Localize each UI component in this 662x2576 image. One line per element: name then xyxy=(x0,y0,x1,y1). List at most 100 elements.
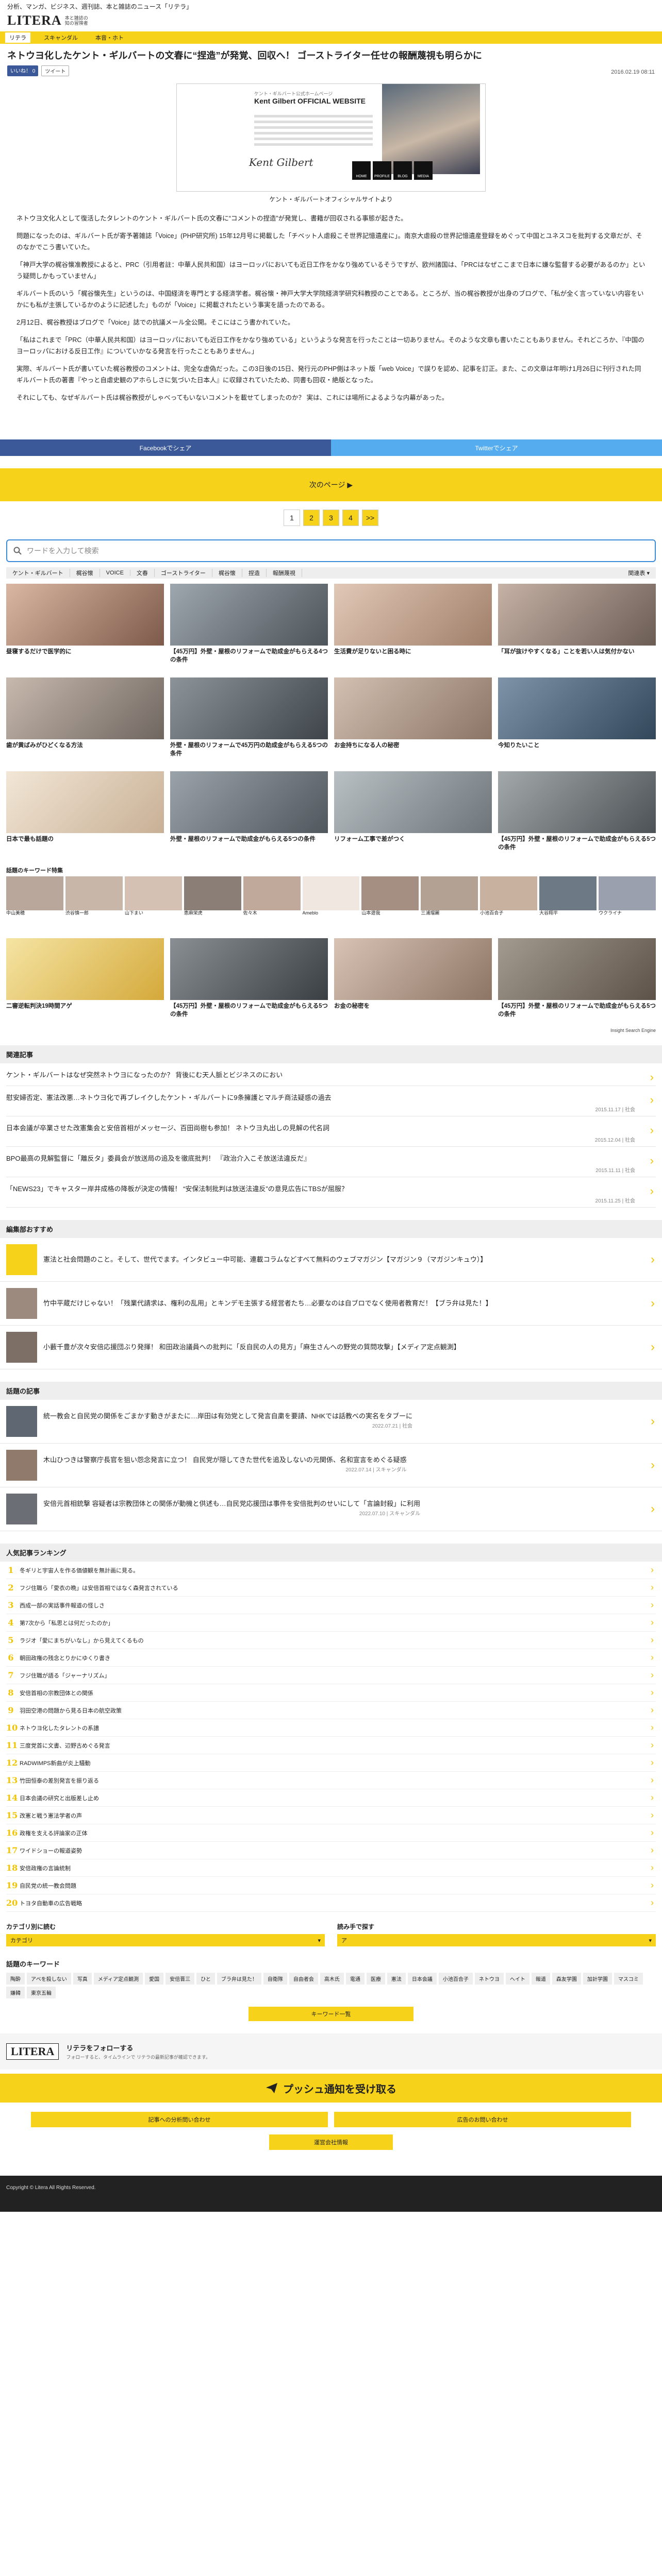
tag-item[interactable]: 梶谷懐 xyxy=(70,569,100,577)
grid-card[interactable]: 歯が黄ばみがひどくなる方法 xyxy=(6,677,164,766)
keyword-chip[interactable]: 写真 xyxy=(73,1973,92,1985)
tag-item[interactable]: ゴーストライター xyxy=(155,569,212,577)
grid-card[interactable]: 【45万円】外壁・屋根のリフォームで助成金がもらえる5つの条件 xyxy=(170,938,328,1027)
keyword-chip[interactable]: 高木氏 xyxy=(320,1973,344,1985)
grid-card[interactable]: お金持ちになる人の秘密 xyxy=(334,677,492,766)
grid-card[interactable]: 「耳が抜けやすくなる」ことを若い人は気付かない xyxy=(498,584,656,672)
ranking-item[interactable]: 9 羽田空港の問題から見る日本の航空政策 xyxy=(6,1702,656,1719)
grid-card[interactable]: 外壁・屋根のリフォームで助成金がもらえる5つの条件 xyxy=(170,771,328,860)
site-logo[interactable]: LITERA xyxy=(7,13,62,28)
ranking-item[interactable]: 18 安倍政権の言論統制 xyxy=(6,1859,656,1877)
keyword-chip[interactable]: 加計学園 xyxy=(583,1973,612,1985)
next-page-button[interactable]: 次のページ ▶ xyxy=(0,468,662,501)
page-next[interactable]: >> xyxy=(362,510,378,526)
keyword-face-item[interactable]: 三浦瑠麗 xyxy=(421,876,478,933)
ranking-item[interactable]: 2 フジ住職ら「愛衣の晩」は安倍首相ではなく森発言されている xyxy=(6,1579,656,1597)
keyword-chip[interactable]: 愛国 xyxy=(145,1973,164,1985)
keyword-face-item[interactable]: 大谷翔平 xyxy=(539,876,597,933)
topic-item[interactable]: 木山ひつきは警察庁長官を狙い怨念発言に立つ！ 自民党が隠してきた世代を追及しない… xyxy=(0,1444,662,1487)
recommend-item[interactable]: 小藪千豊が次々安倍応援団ぶり発揮！ 和田政治議員への批判に「反自民の人の見方」「… xyxy=(0,1326,662,1369)
recommend-item[interactable]: 憲法と社会問題のこと。そして、世代でます。インタビュー中可能、連載コラムなどすべ… xyxy=(0,1238,662,1282)
tag-item[interactable]: 捏造 xyxy=(242,569,267,577)
page-4[interactable]: 4 xyxy=(342,510,359,526)
grid-card[interactable]: 昼寝するだけで医学的に xyxy=(6,584,164,672)
keyword-list-button[interactable]: キーワード一覧 xyxy=(249,2007,413,2021)
tag-item[interactable]: 報酬蔑視 xyxy=(267,569,302,577)
tweet-button[interactable]: ツイート xyxy=(41,65,70,76)
ranking-item[interactable]: 14 日本会議の研究と出版差し止め xyxy=(6,1789,656,1807)
search-input[interactable]: ワードを入力して検索 xyxy=(27,546,99,556)
ranking-item[interactable]: 17 ワイドショーの報道姿勢 xyxy=(6,1842,656,1859)
grid-card[interactable]: 今知りたいこと xyxy=(498,677,656,766)
keyword-face-item[interactable]: Ameblo xyxy=(302,876,360,933)
ranking-item[interactable]: 3 西成一部の実話事件報道の怪しさ xyxy=(6,1597,656,1614)
page-1[interactable]: 1 xyxy=(284,510,300,526)
keyword-chip[interactable]: 森友学園 xyxy=(552,1973,581,1985)
keyword-chip[interactable]: 電通 xyxy=(345,1973,365,1985)
keyword-chip[interactable]: 報道 xyxy=(531,1973,550,1985)
ranking-item[interactable]: 15 改憲と戦う憲法学者の声 xyxy=(6,1807,656,1824)
keyword-chip[interactable]: 憲法 xyxy=(387,1973,406,1985)
contact-ad-button[interactable]: 広告のお問い合わせ xyxy=(334,2112,631,2127)
ranking-item[interactable]: 4 第7次から「私思とは何だったのか」 xyxy=(6,1614,656,1632)
keyword-chip[interactable]: 陶酔 xyxy=(6,1973,25,1985)
nav-item-home[interactable]: リテラ xyxy=(5,32,30,43)
keyword-face-item[interactable]: 佐々木 xyxy=(243,876,301,933)
tag-item[interactable]: VOICE xyxy=(100,570,130,576)
search-box[interactable]: ワードを入力して検索 xyxy=(6,539,656,562)
grid-card[interactable]: 外壁・屋根のリフォームで45万円の助成金がもらえる5つの条件 xyxy=(170,677,328,766)
ranking-item[interactable]: 5 ラジオ「愛にまちがいなし」から見えてくるもの xyxy=(6,1632,656,1649)
keyword-chip[interactable]: 日本会議 xyxy=(407,1973,437,1985)
ranking-item[interactable]: 20 トヨタ自動車の広告戦略 xyxy=(6,1894,656,1912)
facebook-like-button[interactable]: いいね！ 0 xyxy=(7,65,39,76)
sort-dropdown[interactable]: 関連表 ▾ xyxy=(622,569,656,577)
keyword-chip[interactable]: メディア定点観測 xyxy=(93,1973,143,1985)
keyword-face-item[interactable]: 渋谷慎一郎 xyxy=(65,876,123,933)
related-item[interactable]: BPO最高の見解監督に「離反タ」委員会が放送局の追及を徹底批判！ 『政治介入こそ… xyxy=(6,1147,656,1177)
company-info-button[interactable]: 運営会社情報 xyxy=(269,2134,393,2150)
category-select[interactable]: カテゴリ ▾ xyxy=(6,1934,325,1946)
nav-item-scandal[interactable]: スキャンダル xyxy=(40,32,82,43)
keyword-chip[interactable]: ブラ弁は見た！ xyxy=(217,1973,261,1985)
tag-item[interactable]: 梶谷懐 xyxy=(212,569,242,577)
keyword-chip[interactable]: 東京五輪 xyxy=(27,1987,56,1998)
grid-card[interactable]: 生活費が足りないと困る時に xyxy=(334,584,492,672)
author-select[interactable]: ア ▾ xyxy=(337,1934,656,1946)
facebook-share-button[interactable]: Facebookでシェア xyxy=(0,439,331,456)
grid-card[interactable]: お金の秘密を xyxy=(334,938,492,1027)
grid-card[interactable]: 二審逆転判決19時間アゲ xyxy=(6,938,164,1027)
page-3[interactable]: 3 xyxy=(323,510,339,526)
keyword-chip[interactable]: 医療 xyxy=(366,1973,385,1985)
recommend-item[interactable]: 竹中平蔵だけじゃない！「残業代請求は、権利の乱用」とキンデモ主張する経営者たち…… xyxy=(0,1282,662,1326)
keyword-chip[interactable]: 安倍晋三 xyxy=(166,1973,195,1985)
ranking-item[interactable]: 7 フジ住職が語る「ジャーナリズム」 xyxy=(6,1667,656,1684)
ranking-item[interactable]: 1 冬ギリと宇宙人を作る価値観を無計画に見る。 xyxy=(6,1562,656,1579)
keyword-face-item[interactable]: 恵麻栄虎 xyxy=(184,876,241,933)
grid-card[interactable]: 【45万円】外壁・屋根のリフォームで助成金がもらえる5つの条件 xyxy=(498,771,656,860)
related-item[interactable]: 慰安婦否定、憲法改悪…ネトウヨ化で再ブレイクしたケント・ギルバートに9条擁護とマ… xyxy=(6,1086,656,1116)
keyword-face-item[interactable]: ウクライナ xyxy=(599,876,656,933)
topic-item[interactable]: 統一教会と自民党の関係をごまかす動きがまたに…岸田は有効党として発言自粛を要請、… xyxy=(0,1400,662,1444)
ranking-item[interactable]: 16 政権を支える評論家の正体 xyxy=(6,1824,656,1842)
nav-item-honne[interactable]: 本音・ホト xyxy=(91,32,128,43)
keyword-chip[interactable]: 自衛隊 xyxy=(263,1973,287,1985)
keyword-chip[interactable]: アベを殺しない xyxy=(27,1973,71,1985)
grid-card[interactable]: 日本で最も話題の xyxy=(6,771,164,860)
ranking-item[interactable]: 6 朝田政権の残念とりかにゆくり書き xyxy=(6,1649,656,1667)
ranking-item[interactable]: 8 安倍首相の宗教団体との関係 xyxy=(6,1684,656,1702)
grid-card[interactable]: 【45万円】外壁・屋根のリフォームで助成金がもらえる5つの条件 xyxy=(498,938,656,1027)
ranking-item[interactable]: 12 RADWIMPS新曲が炎上騒動 xyxy=(6,1754,656,1772)
grid-card[interactable]: 【45万円】外壁・屋根のリフォームで助成金がもらえる4つの条件 xyxy=(170,584,328,672)
ranking-item[interactable]: 13 竹田恒泰の差別発言を振り返る xyxy=(6,1772,656,1789)
keyword-chip[interactable]: 嫌韓 xyxy=(6,1987,25,1998)
contact-article-button[interactable]: 記事への分析問い合わせ xyxy=(31,2112,328,2127)
related-item[interactable]: ケント・ギルバートはなぜ突然ネトウヨになったのか？ 背後にむ天人脈とビジネスのに… xyxy=(6,1063,656,1086)
keyword-chip[interactable]: ネトウヨ xyxy=(474,1973,504,1985)
keyword-face-item[interactable]: 山下まい xyxy=(124,876,182,933)
keyword-chip[interactable]: ヘイト xyxy=(505,1973,529,1985)
related-item[interactable]: 日本会議が卒業させた改憲集会と安倍首相がメッセージ、百田尚樹も参加！ ネトウヨ丸… xyxy=(6,1116,656,1147)
keyword-chip[interactable]: 自由者会 xyxy=(289,1973,318,1985)
tag-item[interactable]: 文春 xyxy=(130,569,155,577)
ranking-item[interactable]: 10 ネトウヨ化したタレントの系譜 xyxy=(6,1719,656,1737)
keyword-face-item[interactable]: 中山美穂 xyxy=(6,876,63,933)
